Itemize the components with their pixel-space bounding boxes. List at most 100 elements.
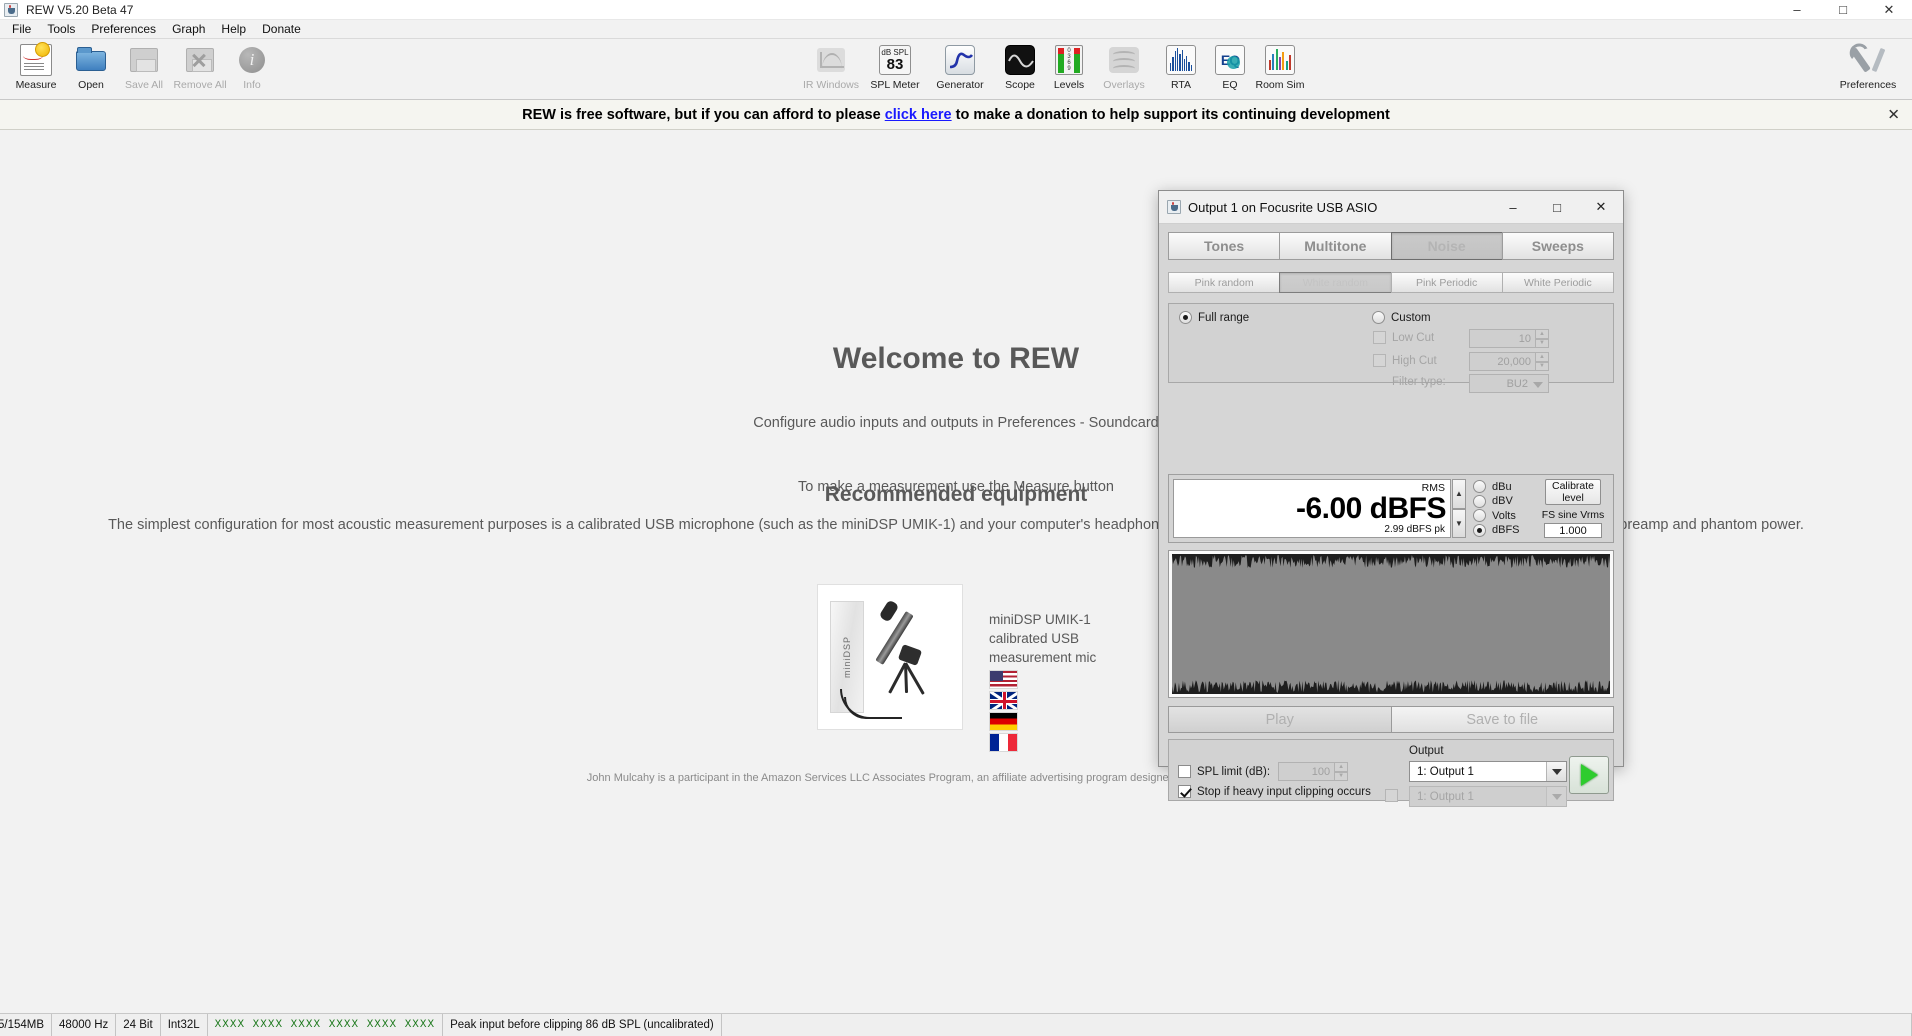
generator-minimize-button[interactable]: – [1491,191,1535,223]
custom-range-option[interactable]: Custom [1372,311,1431,324]
tab-tones[interactable]: Tones [1168,232,1280,260]
generator-maximize-button[interactable]: □ [1535,191,1579,223]
level-spinner[interactable]: ▲ ▼ [1452,479,1466,538]
toolbar-info-label: Info [243,79,261,91]
high-cut-checkbox[interactable] [1373,354,1386,367]
full-range-option[interactable]: Full range [1179,311,1249,324]
menu-help[interactable]: Help [213,20,254,38]
spl-limit-row[interactable]: SPL limit (dB): 100 ▲ ▼ [1178,762,1349,781]
toolbar-preferences[interactable]: Preferences [1832,42,1904,98]
low-cut-row[interactable]: Low Cut [1373,331,1434,344]
noise-range-panel: Full range Custom Low Cut 10 ▲ ▼ High Cut [1168,303,1614,393]
mic-caption-line-3: measurement mic [989,650,1097,665]
level-up-arrow[interactable]: ▲ [1452,479,1466,509]
filter-type-combo[interactable]: BU2 [1469,374,1549,393]
spl-limit-up-arrow[interactable]: ▲ [1334,762,1349,772]
noise-subtab-row: Pink random White random Pink Periodic W… [1168,272,1614,293]
output-chevron-down-icon[interactable] [1546,762,1566,781]
tab-multitone[interactable]: Multitone [1279,232,1391,260]
high-cut-spinner[interactable]: 20,000 ▲ ▼ [1469,352,1549,371]
generator-title: Output 1 on Focusrite USB ASIO [1188,199,1378,215]
toolbar-room-sim[interactable]: Room Sim [1244,42,1316,98]
toolbar-ir-windows[interactable]: IR Windows [795,42,867,98]
status-sample-rate: 48000 Hz [52,1014,117,1036]
play-button[interactable]: Play [1168,706,1392,733]
generator-play-button[interactable] [1569,756,1609,794]
mic-caption-line-1: miniDSP UMIK-1 [989,612,1091,627]
us-flag-icon[interactable] [989,670,1018,689]
menu-file[interactable]: File [4,20,39,38]
donation-link[interactable]: click here [885,107,952,123]
secondary-output-value: 1: Output 1 [1417,790,1474,803]
high-cut-down-arrow[interactable]: ▼ [1535,361,1549,371]
minimize-button[interactable]: – [1774,0,1820,20]
output-select-value: 1: Output 1 [1417,765,1474,778]
low-cut-value[interactable]: 10 [1469,329,1535,348]
maximize-button[interactable]: □ [1820,0,1866,20]
subtab-pink-periodic[interactable]: Pink Periodic [1390,272,1502,293]
uk-flag-icon[interactable] [989,691,1018,710]
tab-noise[interactable]: Noise [1390,232,1502,260]
waveform-svg [1172,554,1610,694]
level-readout[interactable]: RMS -6.00 dBFS 2.99 dBFS pk [1173,479,1451,538]
high-cut-value[interactable]: 20,000 [1469,352,1535,371]
preferences-wrench-icon [1850,45,1886,77]
save-to-file-button[interactable]: Save to file [1391,706,1614,733]
spl-limit-down-arrow[interactable]: ▼ [1334,771,1349,781]
toolbar-overlays-label: Overlays [1103,79,1145,91]
volts-radio[interactable] [1473,509,1486,523]
custom-range-radio[interactable] [1372,311,1385,324]
calibrate-level-button[interactable]: Calibrate level [1545,479,1601,506]
output-select[interactable]: 1: Output 1 [1409,761,1567,782]
spl-limit-spinner[interactable]: 100 ▲ ▼ [1278,762,1349,781]
high-cut-up-arrow[interactable]: ▲ [1535,352,1549,362]
welcome-line-1: Configure audio inputs and outputs in Pr… [753,415,1159,431]
recommended-equipment-paragraph: The simplest configuration for most acou… [108,517,1804,533]
signal-generator-dialog[interactable]: Output 1 on Focusrite USB ASIO – □ ✕ Ton… [1158,190,1624,807]
low-cut-down-arrow[interactable]: ▼ [1535,338,1549,348]
secondary-output-chevron-down-icon[interactable] [1546,787,1566,806]
toolbar-open-label: Open [78,79,104,91]
fs-sine-vrms-field[interactable]: 1.000 [1544,523,1602,538]
dbfs-radio[interactable] [1473,523,1486,537]
toolbar-info[interactable]: Info [216,42,288,98]
dbv-radio[interactable] [1473,494,1486,508]
secondary-output-select[interactable]: 1: Output 1 [1409,786,1567,807]
fr-flag-icon[interactable] [989,733,1018,752]
banner-close-icon[interactable]: ✕ [1887,107,1900,122]
secondary-output-checkbox[interactable] [1385,789,1398,802]
status-format: Int32L [161,1014,208,1036]
low-cut-up-arrow[interactable]: ▲ [1535,329,1549,339]
levels-tick-9: 9 [1067,66,1071,72]
stop-clipping-row[interactable]: Stop if heavy input clipping occurs [1178,785,1371,798]
unit-option-dbu[interactable]: dBu [1473,480,1537,493]
menu-donate[interactable]: Donate [254,20,309,38]
low-cut-checkbox[interactable] [1373,331,1386,344]
low-cut-spinner[interactable]: 10 ▲ ▼ [1469,329,1549,348]
toolbar-rta-label: RTA [1170,79,1192,91]
subtab-white-random[interactable]: White random [1279,272,1391,293]
window-title-bar: REW V5.20 Beta 47 – □ ✕ [0,0,1912,20]
subtab-white-periodic[interactable]: White Periodic [1501,272,1614,293]
tab-sweeps[interactable]: Sweeps [1501,232,1614,260]
spl-limit-value[interactable]: 100 [1278,762,1335,781]
full-range-radio[interactable] [1179,311,1192,324]
high-cut-row[interactable]: High Cut [1373,354,1437,367]
spl-limit-checkbox[interactable] [1178,765,1191,778]
toolbar-measure-label: Measure [15,79,57,91]
dbu-radio[interactable] [1473,480,1486,493]
generator-close-button[interactable]: ✕ [1579,191,1623,223]
menu-graph[interactable]: Graph [164,20,213,38]
subtab-pink-random[interactable]: Pink random [1168,272,1280,293]
menu-tools[interactable]: Tools [39,20,83,38]
toolbar-spl-meter[interactable]: dB SPL 83 SPL Meter [859,42,931,98]
stop-clipping-checkbox[interactable] [1178,785,1191,798]
unit-option-dbfs[interactable]: dBFS [1473,523,1537,537]
unit-option-volts[interactable]: Volts [1473,509,1537,523]
close-button[interactable]: ✕ [1866,0,1912,20]
menu-preferences[interactable]: Preferences [83,20,164,38]
unit-option-dbv[interactable]: dBV [1473,494,1537,508]
level-down-arrow[interactable]: ▼ [1452,508,1466,538]
rta-icon [1165,44,1197,76]
de-flag-icon[interactable] [989,712,1018,731]
